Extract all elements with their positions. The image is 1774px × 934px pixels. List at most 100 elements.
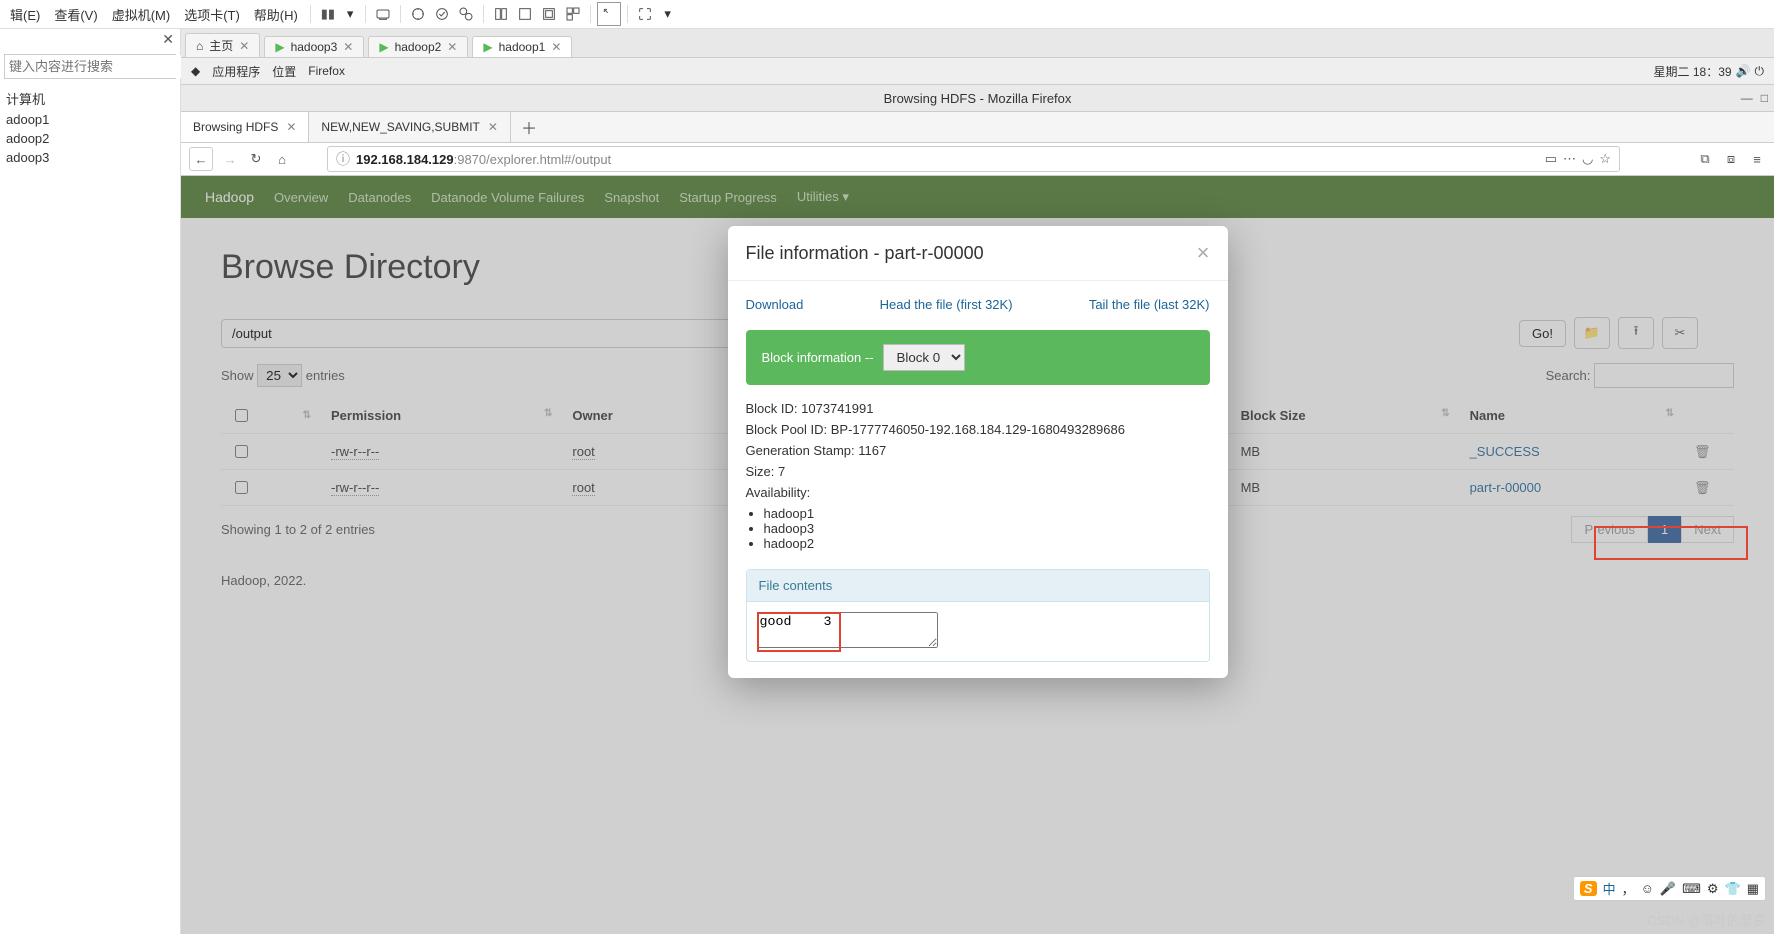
sidebar-toggle-icon[interactable]: ⧉ [1696,150,1714,168]
firefox-newtab-icon[interactable]: ＋ [511,115,547,139]
tree-node[interactable]: adoop2 [6,129,174,148]
pocket-icon[interactable]: ◡ [1582,151,1593,167]
gnome-places-menu[interactable]: 位置 [272,63,296,80]
vm-tab-hadoop1[interactable]: ▶ hadoop1 ✕ [472,36,572,57]
head-link[interactable]: Head the file (first 32K) [880,297,1013,312]
ime-kb-icon[interactable]: ⌨ [1682,881,1701,897]
tab-close-icon[interactable]: ✕ [488,120,498,134]
window-minimize-icon[interactable]: — [1741,91,1753,105]
gnome-firefox-item[interactable]: Firefox [308,64,345,78]
vm-icon: ▶ [379,40,388,54]
ime-mic-icon[interactable]: 🎤 [1660,881,1676,897]
gnome-volume-icon[interactable]: 🔊 [1736,64,1751,78]
ime-logo-icon: S [1580,881,1597,896]
vm-icon: ▶ [483,40,492,54]
availability-node: hadoop2 [764,536,1210,551]
view-single-icon[interactable] [490,3,512,25]
home-icon: ⌂ [196,39,203,53]
vm-icon: ▶ [275,40,284,54]
modal-close-icon[interactable]: × [1197,240,1210,266]
url-host: 192.168.184.129:9870/explorer.html#/outp… [356,152,611,167]
availability-node: hadoop3 [764,521,1210,536]
host-menu-bar: 辑(E) 查看(V) 虚拟机(M) 选项卡(T) 帮助(H) ▮▮ ▾ ▾ [0,0,1774,29]
view-thumb-icon[interactable] [562,3,584,25]
gnome-power-icon[interactable]: ⏻ [1755,64,1765,79]
site-info-icon[interactable]: ⓘ [336,149,350,169]
block-info-label: Block information -- [762,350,874,365]
availability-node: hadoop1 [764,506,1210,521]
block-select[interactable]: Block 0 [883,344,965,371]
ime-grid-icon[interactable]: ▦ [1747,881,1759,897]
menu-edit[interactable]: 辑(E) [4,5,46,24]
url-bar[interactable]: ⓘ 192.168.184.129:9870/explorer.html#/ou… [327,146,1620,172]
gnome-apps-menu[interactable]: 应用程序 [212,63,260,80]
nav-home-icon[interactable]: ⌂ [273,150,291,168]
download-link[interactable]: Download [746,297,804,312]
fullscreen-enter-icon[interactable] [597,2,621,26]
file-contents-header: File contents [747,570,1209,602]
view-unity-icon[interactable] [514,3,536,25]
vm-tab-hadoop3[interactable]: ▶ hadoop3 ✕ [264,36,364,57]
tree-root[interactable]: 计算机 [6,87,174,110]
menu-tabs[interactable]: 选项卡(T) [178,5,246,24]
page-actions-icon[interactable]: ⋯ [1563,151,1576,167]
snapshot-take-icon[interactable] [407,3,429,25]
menu-view[interactable]: 查看(V) [48,5,103,24]
menu-vm[interactable]: 虚拟机(M) [106,5,177,24]
block-details: Block ID: 1073741991 Block Pool ID: BP-1… [746,401,1210,551]
tab-label: hadoop2 [395,40,442,54]
tab-label: hadoop1 [499,40,546,54]
modal-title: File information - part-r-00000 [746,243,984,264]
tab-close-icon[interactable]: ✕ [286,120,296,134]
nav-forward-icon[interactable]: → [221,150,239,168]
snapshot-manage-icon[interactable] [455,3,477,25]
ime-toolbar[interactable]: S 中 ， ☺ 🎤 ⌨ ⚙ 👕 ▦ [1573,876,1766,901]
bookmark-star-icon[interactable]: ☆ [1599,151,1611,167]
sidebar-close-icon[interactable]: ✕ [0,29,180,50]
firefox-title: Browsing HDFS - Mozilla Firefox [884,91,1072,106]
tab-close-icon[interactable]: ✕ [551,40,561,54]
firefox-tab[interactable]: NEW,NEW_SAVING,SUBMIT ✕ [309,112,511,142]
sidebar-search[interactable]: ▾ [4,54,176,79]
reader-mode-icon[interactable]: ▭ [1545,151,1557,167]
power-dropdown[interactable]: ▾ [341,6,360,22]
power-pause-icon[interactable]: ▮▮ [317,3,339,25]
vm-sidebar: ✕ ▾ 计算机 adoop1 adoop2 adoop3 [0,29,181,934]
tab-close-icon[interactable]: ✕ [343,40,353,54]
stretch-dropdown[interactable]: ▾ [658,6,677,22]
ime-skin-icon[interactable]: 👕 [1725,881,1741,897]
firefox-titlebar: Browsing HDFS - Mozilla Firefox — □ [181,85,1774,112]
fullscreen-stretch-icon[interactable] [634,3,656,25]
block-info-panel: Block information -- Block 0 [746,330,1210,385]
hamburger-menu-icon[interactable]: ≡ [1748,150,1766,168]
snapshot-revert-icon[interactable] [431,3,453,25]
library-icon[interactable]: ⧈ [1722,150,1740,168]
page-content: Hadoop Overview Datanodes Datanode Volum… [181,176,1774,934]
nav-reload-icon[interactable]: ↻ [247,150,265,168]
vm-tab-hadoop2[interactable]: ▶ hadoop2 ✕ [368,36,468,57]
tab-close-icon[interactable]: ✕ [447,40,457,54]
tab-close-icon[interactable]: ✕ [239,39,249,53]
tree-node[interactable]: adoop1 [6,110,174,129]
ime-punc-icon[interactable]: ， [1622,879,1635,898]
file-contents-textarea[interactable]: good 3 [757,612,938,648]
file-contents-panel: File contents good 3 [746,569,1210,662]
sidebar-tree: 计算机 adoop1 adoop2 adoop3 [0,83,180,171]
tree-node[interactable]: adoop3 [6,148,174,167]
tail-link[interactable]: Tail the file (last 32K) [1089,297,1210,312]
menu-help[interactable]: 帮助(H) [248,5,304,24]
tab-label: hadoop3 [291,40,338,54]
send-cad-icon[interactable] [372,3,394,25]
nav-back-icon[interactable]: ← [189,147,213,171]
window-maximize-icon[interactable]: □ [1761,91,1768,105]
vm-tab-home[interactable]: ⌂ 主页 ✕ [185,33,260,57]
tab-label: 主页 [209,37,233,54]
view-console-icon[interactable] [538,3,560,25]
ime-tools-icon[interactable]: ⚙ [1707,881,1719,897]
ime-lang[interactable]: 中 [1603,879,1616,898]
tab-label: NEW,NEW_SAVING,SUBMIT [321,120,479,134]
firefox-tab[interactable]: Browsing HDFS ✕ [181,112,309,142]
watermark: CSDN @落叶的悲哀 [1647,910,1766,929]
sidebar-search-input[interactable] [5,55,189,78]
ime-face-icon[interactable]: ☺ [1641,881,1654,896]
